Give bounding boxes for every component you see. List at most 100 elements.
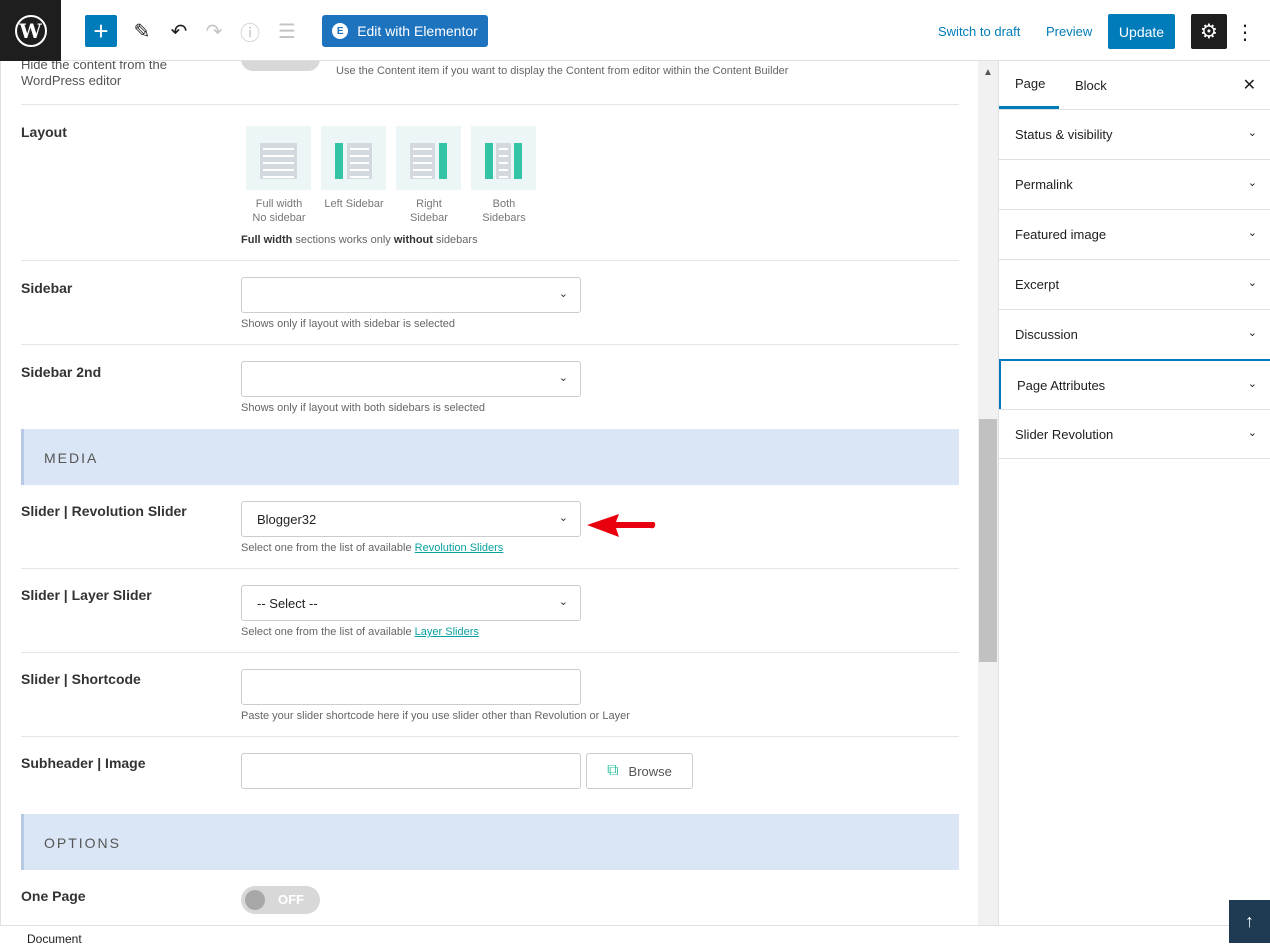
subheader-image-input[interactable]: [241, 753, 581, 789]
chevron-down-icon: ⌄: [1247, 177, 1257, 189]
revolution-sliders-link[interactable]: Revolution Sliders: [415, 542, 504, 554]
tab-page[interactable]: Page: [999, 61, 1059, 109]
layer-sliders-link[interactable]: Layer Sliders: [415, 626, 479, 638]
options-section-title: OPTIONS: [44, 835, 122, 851]
wordpress-icon: W: [14, 14, 47, 47]
edit-with-elementor-button[interactable]: E Edit with Elementor: [322, 15, 488, 47]
layout-option-right-sidebar[interactable]: Right Sidebar: [396, 126, 462, 225]
chevron-down-icon: ⌄: [1247, 127, 1257, 139]
breadcrumb-document[interactable]: Document: [27, 932, 82, 946]
panel-title: Page Attributes: [1017, 378, 1106, 393]
revolution-slider-desc: Select one from the list of available Re…: [241, 542, 503, 554]
panel-featured-image[interactable]: Featured image ⌄: [999, 209, 1270, 259]
chevron-down-icon: ⌄: [1247, 327, 1257, 339]
browse-button[interactable]: ⧉ Browse: [586, 753, 693, 789]
top-toolbar: W + ✎ ↶ ↷ ⓘ ☰ E Edit with Elementor Swit…: [0, 0, 1270, 61]
elementor-button-label: Edit with Elementor: [357, 23, 478, 39]
revolution-slider-select[interactable]: Blogger32 ⌄: [241, 501, 581, 537]
settings-gear-icon[interactable]: ⚙: [1191, 14, 1227, 49]
layout-note-end: sidebars: [436, 234, 478, 246]
panel-slider-revolution[interactable]: Slider Revolution ⌄: [999, 409, 1270, 459]
outline-icon[interactable]: ☰: [272, 15, 302, 47]
scrollbar-thumb[interactable]: [979, 419, 997, 662]
chevron-down-icon: ⌄: [1247, 427, 1257, 439]
full-width-layout-icon: [246, 126, 311, 190]
add-block-button[interactable]: +: [85, 15, 117, 47]
media-section-header: MEDIA: [21, 429, 959, 485]
hide-content-toggle[interactable]: [241, 61, 320, 71]
switch-to-draft-link[interactable]: Switch to draft: [938, 24, 1020, 39]
settings-sidebar: Page Block ✕ Status & visibility ⌄ Perma…: [998, 61, 1270, 943]
toggle-knob: [245, 890, 265, 910]
layout-note-bold1: Full width: [241, 234, 293, 246]
scroll-up-icon[interactable]: ▲: [978, 61, 998, 83]
sidebar2-row: Sidebar 2nd ⌄ Shows only if layout with …: [21, 345, 959, 429]
layer-slider-row: Slider | Layer Slider -- Select -- ⌄ Sel…: [21, 569, 959, 653]
chevron-down-icon: ⌄: [558, 512, 568, 524]
panel-discussion[interactable]: Discussion ⌄: [999, 309, 1270, 359]
panel-status-visibility[interactable]: Status & visibility ⌄: [999, 109, 1270, 159]
layout-option-line1: Full width: [255, 198, 303, 210]
close-icon[interactable]: ✕: [1243, 75, 1256, 95]
chevron-down-icon: ⌄: [1247, 378, 1257, 390]
sidebar-label: Sidebar: [21, 280, 73, 296]
hide-content-label: Hide the content from the WordPress edit…: [21, 61, 167, 88]
both-sidebars-layout-icon: [471, 126, 536, 190]
panel-title: Excerpt: [1015, 277, 1060, 292]
layer-slider-desc-text: Select one from the list of available: [241, 626, 412, 638]
layout-option-line2: Sidebars: [482, 212, 526, 224]
media-section-title: MEDIA: [44, 450, 99, 466]
layout-option-line1: Right: [416, 198, 442, 210]
panel-title: Discussion: [1015, 327, 1078, 342]
panel-page-attributes[interactable]: Page Attributes ⌄: [999, 359, 1270, 409]
info-icon[interactable]: ⓘ: [236, 15, 264, 47]
chevron-down-icon: ⌄: [1247, 227, 1257, 239]
layout-option-line2: Sidebar: [410, 212, 448, 224]
layout-option-line2: No sidebar: [252, 212, 306, 224]
edit-tool-icon[interactable]: ✎: [128, 15, 156, 47]
options-section-header: OPTIONS: [21, 814, 959, 870]
undo-icon[interactable]: ↶: [165, 15, 193, 47]
layer-slider-label: Slider | Layer Slider: [21, 587, 152, 603]
sidebar-select[interactable]: ⌄: [241, 277, 581, 313]
redo-icon[interactable]: ↷: [200, 15, 228, 47]
shortcode-label: Slider | Shortcode: [21, 671, 141, 687]
chevron-down-icon: ⌄: [1247, 277, 1257, 289]
layout-option-both-sidebars[interactable]: Both Sidebars: [471, 126, 537, 225]
page-options-content: Hide the content from the WordPress edit…: [0, 61, 978, 925]
one-page-toggle[interactable]: OFF: [241, 886, 320, 914]
chevron-down-icon: ⌄: [558, 288, 568, 300]
panel-excerpt[interactable]: Excerpt ⌄: [999, 259, 1270, 309]
sidebar2-select[interactable]: ⌄: [241, 361, 581, 397]
sidebar2-desc: Shows only if layout with both sidebars …: [241, 402, 485, 414]
more-options-icon[interactable]: ⋮: [1235, 18, 1255, 46]
layer-slider-value: -- Select --: [257, 595, 318, 611]
tab-block[interactable]: Block: [1075, 61, 1107, 109]
layout-note-mid: sections works only: [295, 234, 391, 246]
sidebar-desc: Shows only if layout with sidebar is sel…: [241, 318, 455, 330]
preview-link[interactable]: Preview: [1046, 24, 1092, 39]
subheader-image-label: Subheader | Image: [21, 755, 146, 771]
back-to-top-icon[interactable]: ↑: [1229, 900, 1270, 943]
right-sidebar-layout-icon: [396, 126, 461, 190]
revolution-slider-label: Slider | Revolution Slider: [21, 503, 187, 519]
shortcode-row: Slider | Shortcode Paste your slider sho…: [21, 653, 959, 737]
layout-option-left-sidebar[interactable]: Left Sidebar: [321, 126, 387, 211]
left-sidebar-layout-icon: [321, 126, 386, 190]
hide-content-desc: Use the Content item if you want to disp…: [336, 65, 789, 77]
layout-option-line1: Both: [492, 198, 516, 210]
layout-option-full-width[interactable]: Full width No sidebar: [246, 126, 312, 225]
layer-slider-select[interactable]: -- Select -- ⌄: [241, 585, 581, 621]
wordpress-logo[interactable]: W: [0, 0, 61, 61]
subheader-image-row: Subheader | Image ⧉ Browse: [21, 737, 959, 814]
panel-title: Slider Revolution: [1015, 427, 1114, 442]
browse-button-label: Browse: [628, 763, 672, 779]
revolution-slider-value: Blogger32: [257, 511, 317, 527]
shortcode-input[interactable]: [241, 669, 581, 705]
media-library-icon: ⧉: [607, 762, 619, 779]
sidebar2-label: Sidebar 2nd: [21, 364, 102, 380]
chevron-down-icon: ⌄: [558, 596, 568, 608]
update-button[interactable]: Update: [1108, 14, 1175, 49]
chevron-down-icon: ⌄: [558, 372, 568, 384]
panel-permalink[interactable]: Permalink ⌄: [999, 159, 1270, 209]
